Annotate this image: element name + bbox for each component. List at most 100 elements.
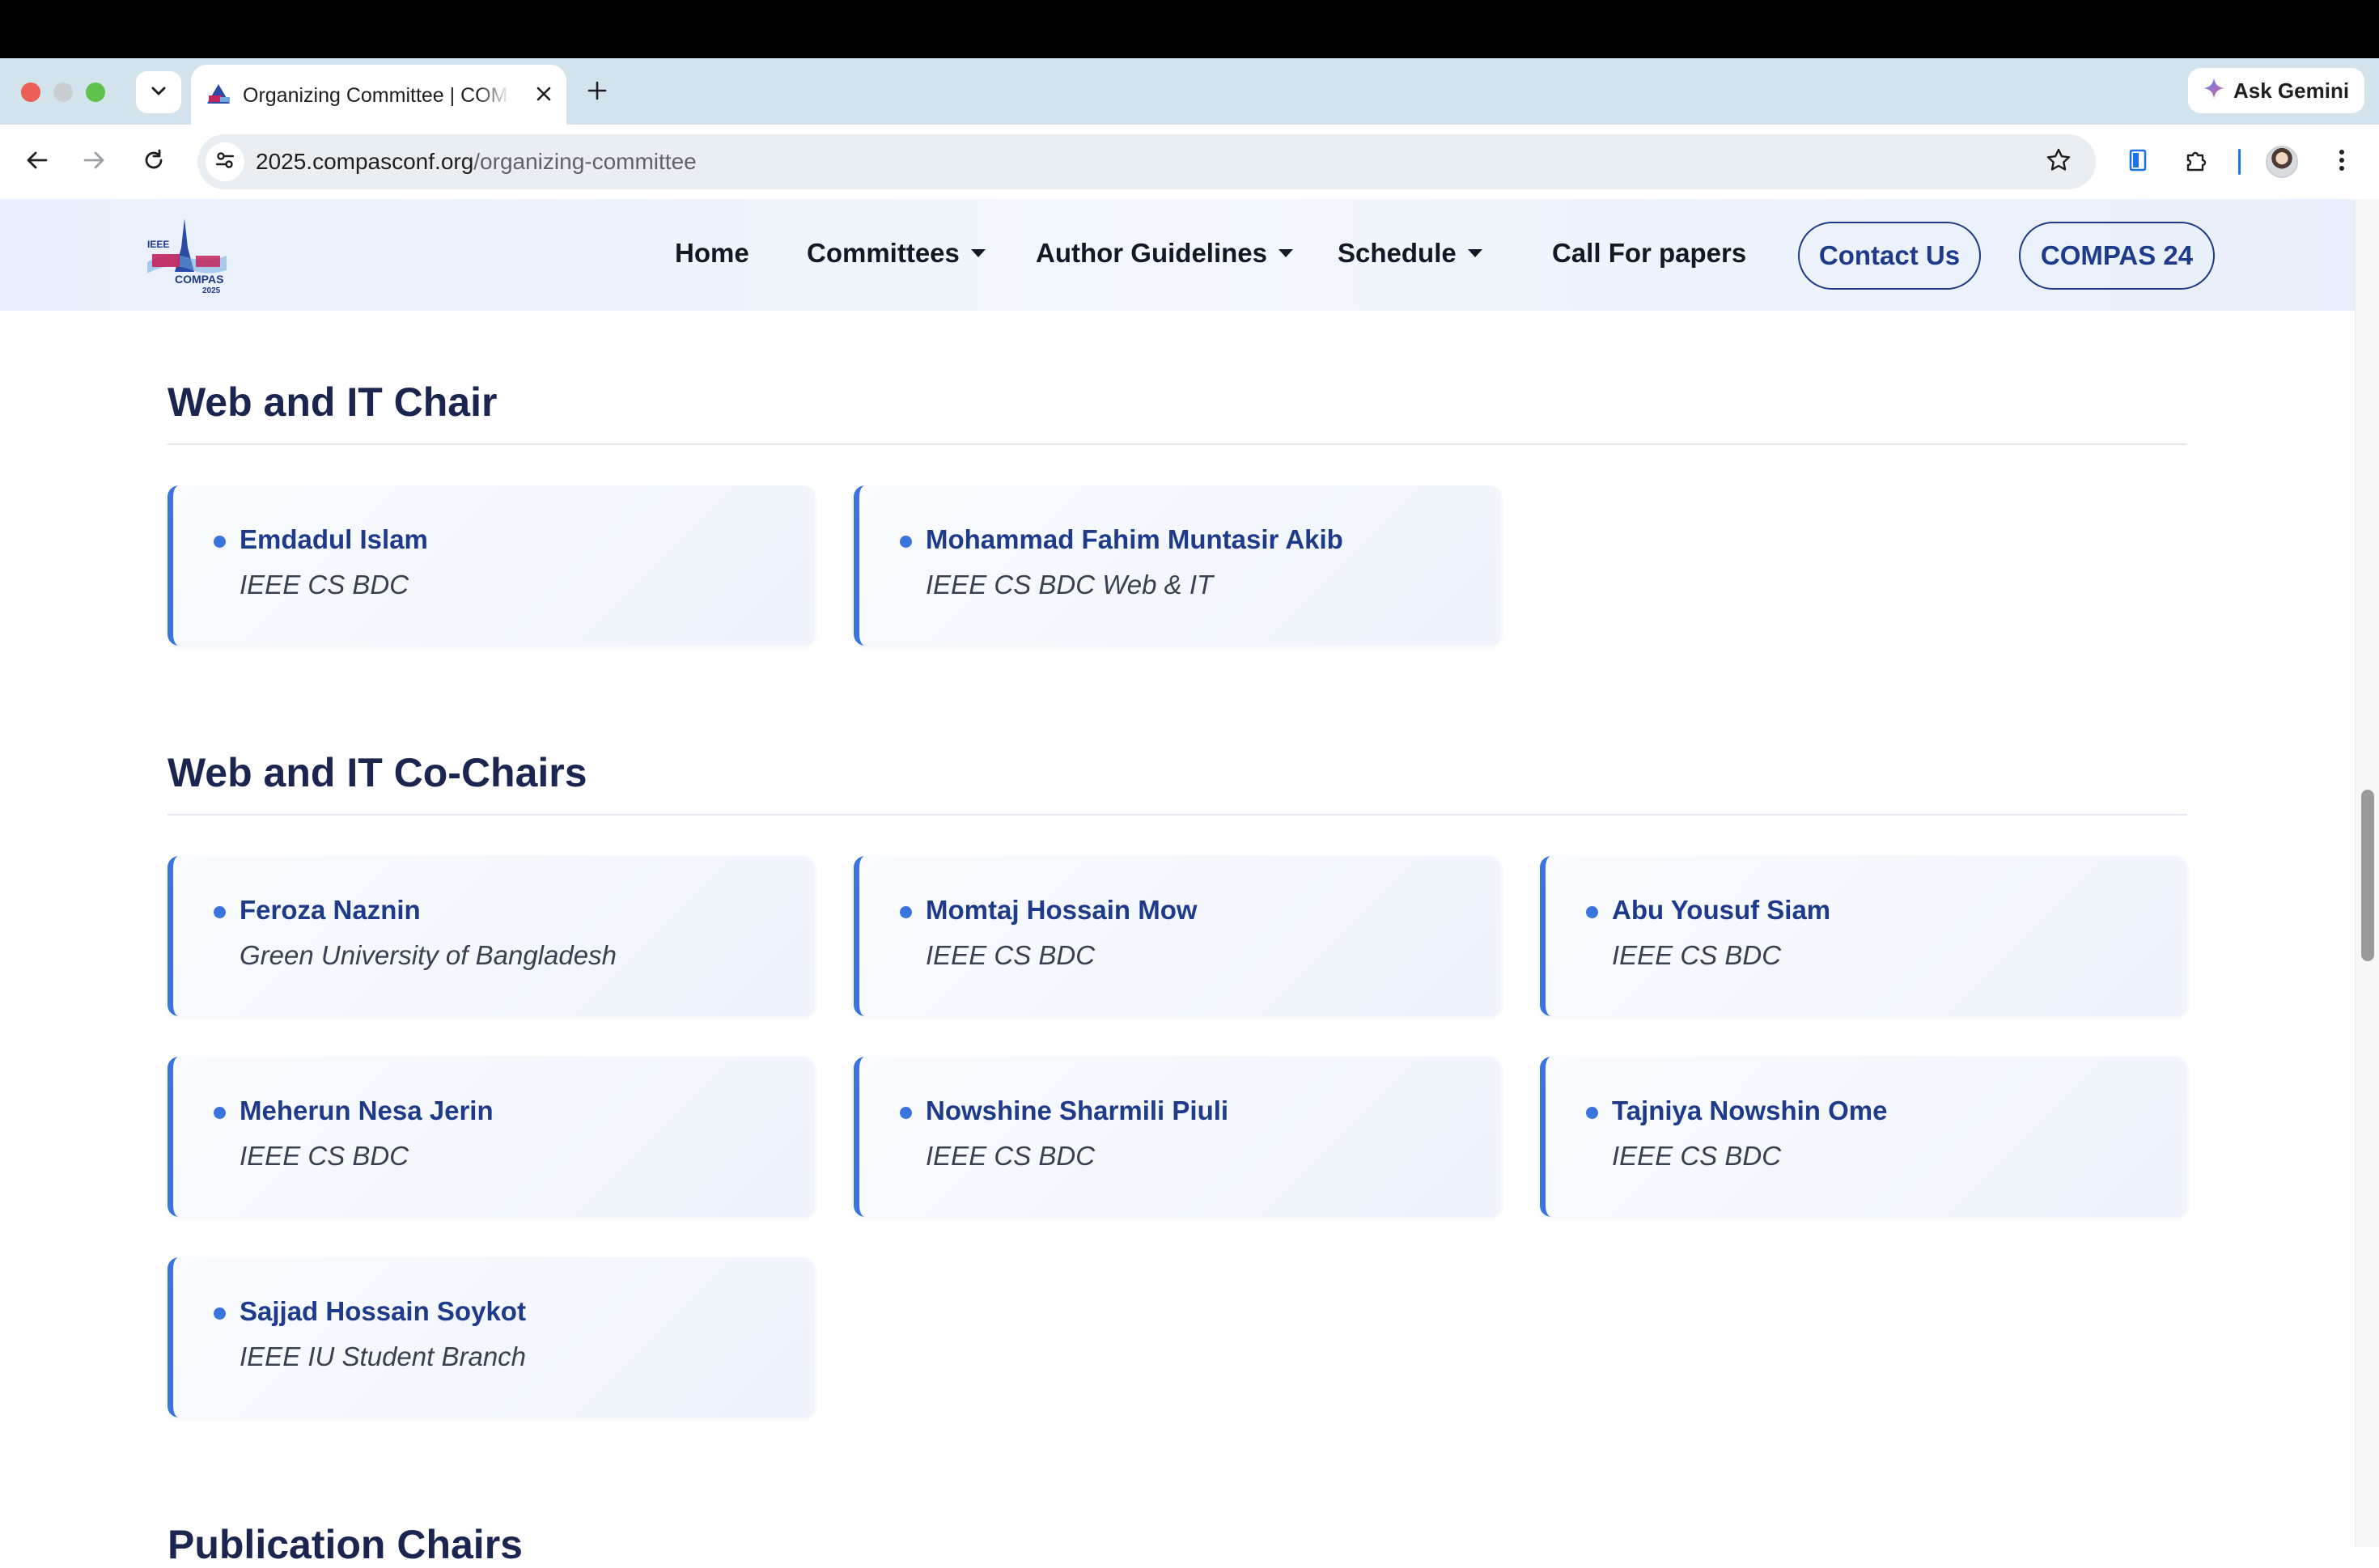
- reading-mode-button[interactable]: [2120, 144, 2156, 180]
- bullet-icon: [214, 1307, 226, 1320]
- nav-home[interactable]: Home: [675, 238, 749, 269]
- address-bar[interactable]: 2025.compasconf.org/organizing-committee: [197, 134, 2096, 189]
- back-button[interactable]: [19, 144, 55, 180]
- member-affiliation: IEEE IU Student Branch: [240, 1341, 527, 1371]
- site-info-button[interactable]: [206, 142, 244, 181]
- nav-schedule-label: Schedule: [1338, 238, 1457, 268]
- tab-search-button[interactable]: [136, 71, 181, 113]
- member-affiliation: IEEE CS BDC Web & IT: [926, 570, 1214, 600]
- reload-button[interactable]: [136, 144, 172, 180]
- compas-logo[interactable]: IEEE COMPAS 2025: [142, 215, 231, 296]
- bullet-icon: [900, 1107, 912, 1119]
- minimize-window-button[interactable]: [53, 83, 73, 102]
- contact-us-label: Contact Us: [1818, 240, 1961, 270]
- compas24-button[interactable]: COMPAS 24: [2019, 222, 2215, 290]
- bullet-icon: [900, 536, 912, 548]
- maximize-window-button[interactable]: [86, 83, 105, 102]
- member-card: Meherun Nesa Jerin IEEE CS BDC: [168, 1057, 815, 1217]
- member-affiliation: IEEE CS BDC: [926, 1141, 1096, 1171]
- compas-favicon-icon: [204, 81, 233, 107]
- member-card: Sajjad Hossain Soykot IEEE IU Student Br…: [168, 1257, 815, 1418]
- member-name: Tajniya Nowshin Ome: [1612, 1095, 1888, 1125]
- ask-gemini-label: Ask Gemini: [2233, 78, 2350, 103]
- browser-tab-active[interactable]: Organizing Committee | COMPAS 2025: [191, 65, 566, 125]
- bullet-icon: [214, 906, 226, 918]
- member-affiliation: Green University of Bangladesh: [240, 940, 617, 970]
- member-affiliation: IEEE CS BDC: [1612, 1141, 1782, 1171]
- new-tab-button[interactable]: [581, 76, 613, 108]
- contact-us-button[interactable]: Contact Us: [1798, 222, 1981, 290]
- profile-avatar[interactable]: [2266, 146, 2298, 178]
- document-icon: [2126, 147, 2150, 177]
- page-scrollbar-thumb[interactable]: [2361, 790, 2374, 961]
- forward-button[interactable]: [76, 144, 112, 180]
- member-name: Nowshine Sharmili Piuli: [926, 1095, 1229, 1125]
- member-name: Abu Yousuf Siam: [1612, 895, 1831, 925]
- caret-down-icon: [1279, 249, 1294, 257]
- bullet-icon: [214, 1107, 226, 1119]
- member-affiliation: IEEE CS BDC: [240, 570, 409, 600]
- tune-icon: [214, 149, 236, 176]
- nav-call-for-papers-label: Call For papers: [1552, 238, 1747, 268]
- gemini-sparkle-icon: [2203, 77, 2225, 105]
- member-card: Feroza Naznin Green University of Bangla…: [168, 856, 815, 1016]
- plus-icon: [587, 80, 608, 105]
- bullet-icon: [1586, 1107, 1598, 1119]
- section-title-web-it-co-chairs: Web and IT Co-Chairs: [168, 750, 587, 795]
- member-name: Sajjad Hossain Soykot: [240, 1296, 526, 1326]
- nav-committees-label: Committees: [807, 238, 960, 268]
- logo-year-text: 2025: [202, 286, 221, 295]
- section-title-web-it-chair: Web and IT Chair: [168, 379, 498, 425]
- close-icon[interactable]: [531, 81, 557, 107]
- chevron-down-icon: [149, 81, 168, 104]
- bullet-icon: [900, 906, 912, 918]
- site-header: IEEE COMPAS 2025 Home Committees Author …: [0, 199, 2355, 311]
- section-divider: [168, 814, 2187, 816]
- member-card: Abu Yousuf Siam IEEE CS BDC: [1540, 856, 2187, 1016]
- arrow-left-icon: [25, 148, 49, 176]
- caret-down-icon: [970, 249, 986, 257]
- url-path: /organizing-committee: [473, 149, 697, 174]
- screen-top-bar: [0, 0, 2379, 58]
- arrow-right-icon: [82, 148, 106, 176]
- puzzle-icon: [2183, 147, 2209, 177]
- member-affiliation: IEEE CS BDC: [1612, 940, 1782, 970]
- member-name: Feroza Naznin: [240, 895, 421, 925]
- member-name: Momtaj Hossain Mow: [926, 895, 1198, 925]
- member-name: Emdadul Islam: [240, 524, 428, 554]
- member-card: Momtaj Hossain Mow IEEE CS BDC: [854, 856, 1501, 1016]
- member-affiliation: IEEE CS BDC: [240, 1141, 409, 1171]
- nav-author-guidelines-label: Author Guidelines: [1036, 238, 1268, 268]
- more-vertical-icon: [2338, 148, 2346, 176]
- section-title-publication-chairs: Publication Chairs: [168, 1522, 523, 1567]
- nav-schedule[interactable]: Schedule: [1338, 238, 1482, 269]
- member-name: Meherun Nesa Jerin: [240, 1095, 494, 1125]
- bullet-icon: [214, 536, 226, 548]
- member-card: Nowshine Sharmili Piuli IEEE CS BDC: [854, 1057, 1501, 1217]
- caret-down-icon: [1467, 249, 1482, 257]
- url-text[interactable]: 2025.compasconf.org/organizing-committee: [256, 149, 697, 175]
- member-name: Mohammad Fahim Muntasir Akib: [926, 524, 1343, 554]
- star-icon: [2046, 147, 2072, 177]
- browser-menu-button[interactable]: [2324, 144, 2360, 180]
- member-affiliation: IEEE CS BDC: [926, 940, 1096, 970]
- nav-committees[interactable]: Committees: [807, 238, 986, 269]
- nav-author-guidelines[interactable]: Author Guidelines: [1036, 238, 1294, 269]
- logo-ieee-text: IEEE: [147, 239, 169, 250]
- ask-gemini-button[interactable]: Ask Gemini: [2188, 68, 2364, 113]
- member-card: Mohammad Fahim Muntasir Akib IEEE CS BDC…: [854, 485, 1501, 646]
- nav-call-for-papers[interactable]: Call For papers: [1552, 238, 1746, 269]
- reload-icon: [142, 148, 166, 176]
- close-window-button[interactable]: [21, 83, 40, 102]
- url-domain: 2025.compasconf.org: [256, 149, 474, 174]
- toolbar-separator: [2238, 149, 2241, 175]
- section-divider: [168, 443, 2187, 445]
- bullet-icon: [1586, 906, 1598, 918]
- member-card: Emdadul Islam IEEE CS BDC: [168, 485, 815, 646]
- compas24-label: COMPAS 24: [2040, 240, 2194, 270]
- logo-compas-text: COMPAS: [175, 273, 223, 286]
- extensions-button[interactable]: [2178, 144, 2214, 180]
- tab-title: Organizing Committee | COMPAS 2025: [243, 84, 510, 107]
- member-card: Tajniya Nowshin Ome IEEE CS BDC: [1540, 1057, 2187, 1217]
- bookmark-button[interactable]: [2042, 146, 2075, 178]
